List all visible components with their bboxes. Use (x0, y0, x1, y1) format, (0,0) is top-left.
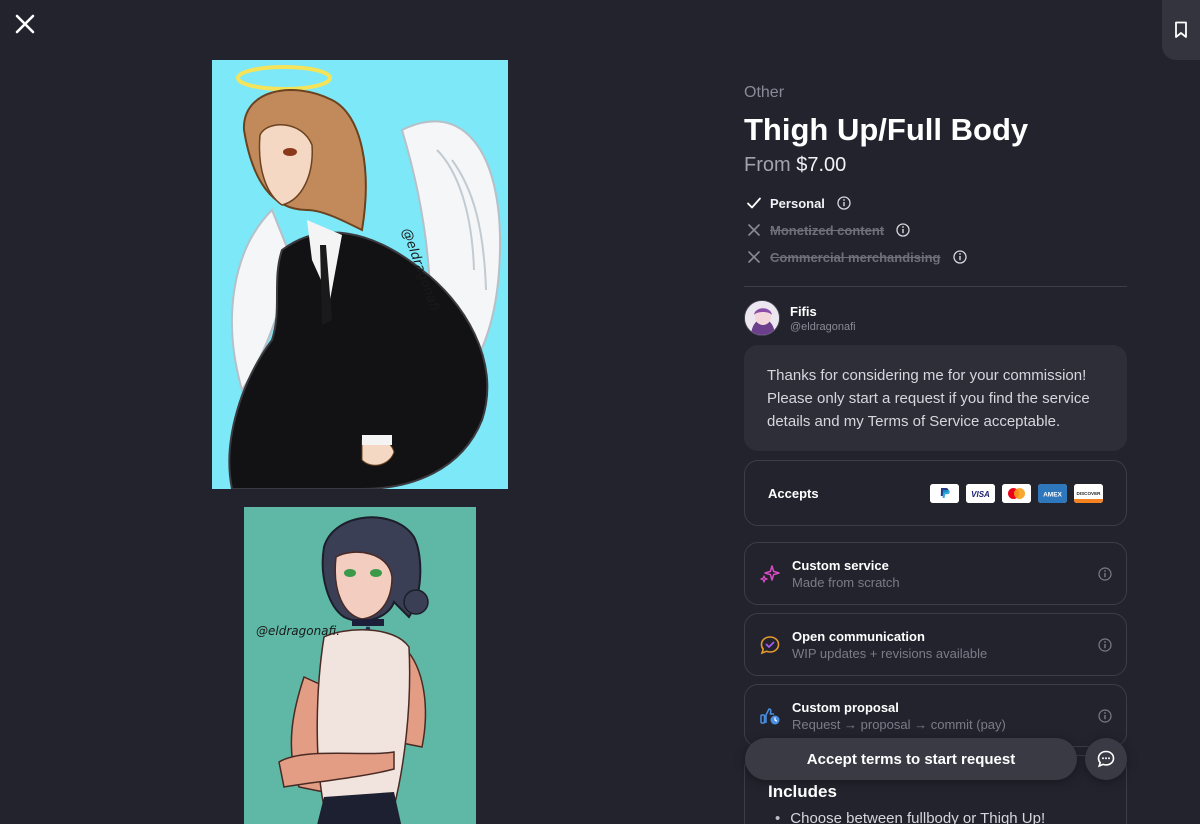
bookmark-icon (1175, 21, 1187, 38)
chat-bubble-icon (1097, 750, 1115, 768)
close-button[interactable] (11, 10, 39, 38)
svg-text:DISCOVER: DISCOVER (1077, 491, 1102, 496)
sparkles-icon (760, 564, 780, 583)
info-icon[interactable] (896, 223, 910, 237)
discover-icon: DISCOVER (1074, 483, 1103, 503)
service-price: From $7.00 (744, 154, 846, 177)
visa-icon: VISA (966, 483, 995, 503)
info-icon[interactable] (1098, 566, 1112, 581)
check-icon (746, 195, 762, 211)
paypal-icon (930, 483, 959, 503)
info-icon[interactable] (1098, 708, 1112, 723)
avatar[interactable] (744, 300, 780, 336)
woman-illustration: @eldragonafi. (244, 507, 476, 824)
svg-text:@eldragonafi.: @eldragonafi. (256, 624, 340, 638)
svg-text:AMEX: AMEX (1043, 491, 1062, 498)
chat-check-icon (760, 635, 780, 654)
service-title: Thigh Up/Full Body (744, 112, 1029, 147)
license-label: Commercial merchandising (770, 249, 941, 265)
artist-message: Thanks for considering me for your commi… (744, 345, 1127, 451)
accepts-label: Accepts (768, 485, 819, 501)
includes-item: Choose between fullbody or Thigh Up! (768, 810, 1103, 824)
close-icon (15, 14, 35, 34)
svg-text:VISA: VISA (971, 490, 990, 499)
license-label: Personal (770, 195, 825, 211)
license-label: Monetized content (770, 222, 885, 238)
feature-open-communication: Open communication WIP updates + revisio… (744, 613, 1127, 676)
artist-handle: @eldragonafi (790, 320, 856, 333)
info-icon[interactable] (952, 250, 967, 264)
bookmark-button[interactable] (1162, 0, 1200, 60)
artist-name: Fifis (790, 303, 817, 319)
license-monetized-content: Monetized content (746, 222, 910, 238)
payment-method-list: VISA AMEX DISCOVER (930, 483, 1103, 503)
feature-title: Custom service (792, 557, 889, 573)
angel-illustration: @eldragonafi (212, 60, 508, 489)
license-personal: Personal (746, 195, 851, 211)
info-icon[interactable] (837, 196, 851, 210)
license-commercial-merchandising: Commercial merchandising (746, 249, 967, 265)
includes-title: Includes (768, 782, 837, 801)
feature-subtitle: WIP updates + revisions available (792, 645, 988, 661)
divider (744, 286, 1127, 287)
artwork-image-woman[interactable]: @eldragonafi. (244, 507, 476, 824)
price-value: $7.00 (796, 154, 847, 176)
feature-subtitle: Made from scratch (792, 574, 900, 590)
start-request-button[interactable]: Accept terms to start request (745, 738, 1077, 780)
info-icon[interactable] (1098, 637, 1112, 652)
thumbs-up-clock-icon (760, 707, 780, 724)
artwork-image-angel[interactable]: @eldragonafi (212, 60, 508, 489)
artist-profile[interactable]: Fifis @eldragonafi (744, 300, 856, 336)
feature-custom-service: Custom service Made from scratch (744, 542, 1127, 605)
amex-icon: AMEX (1038, 483, 1067, 503)
feature-title: Custom proposal (792, 699, 899, 715)
cross-icon (746, 222, 762, 238)
mastercard-icon (1002, 483, 1031, 503)
price-prefix: From (744, 154, 791, 176)
payment-methods-card: Accepts VISA AMEX DISCOVER (744, 460, 1127, 526)
message-artist-button[interactable] (1085, 738, 1127, 780)
feature-subtitle: Request → proposal → commit (pay) (792, 716, 1006, 732)
feature-title: Open communication (792, 628, 925, 644)
cross-icon (746, 249, 762, 265)
service-category: Other (744, 84, 785, 101)
